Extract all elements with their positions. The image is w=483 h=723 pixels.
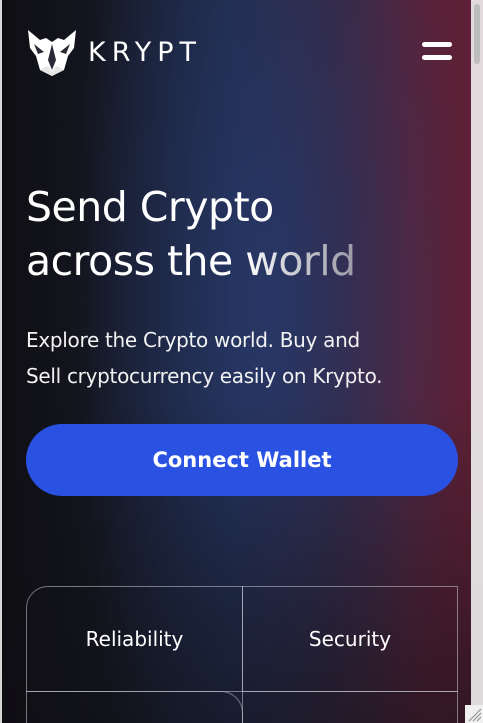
hero-title: Send Crypto across the world bbox=[26, 180, 446, 288]
hero-title-line2-start: across the bbox=[26, 237, 246, 285]
hamburger-menu-icon[interactable] bbox=[422, 40, 452, 64]
fox-icon bbox=[28, 30, 76, 76]
window-edge bbox=[0, 0, 2, 723]
navbar: KRYPT bbox=[26, 24, 456, 80]
hero-title-line2: across the world bbox=[26, 234, 446, 288]
resize-grip-icon[interactable] bbox=[465, 705, 483, 723]
menu-bar-top bbox=[422, 42, 452, 47]
brand-logo[interactable]: KRYPT bbox=[26, 24, 226, 80]
hero-subtitle-line1: Explore the Crypto world. Buy and bbox=[26, 328, 360, 352]
feature-cell-4 bbox=[242, 691, 458, 723]
scrollbar-thumb[interactable] bbox=[474, 4, 480, 64]
connect-wallet-button[interactable]: Connect Wallet bbox=[26, 424, 458, 496]
feature-cell-3 bbox=[26, 691, 243, 723]
brand-name: KRYPT bbox=[88, 36, 203, 68]
resize-lines bbox=[468, 708, 482, 722]
menu-bar-bottom bbox=[422, 55, 452, 60]
feature-reliability: Reliability bbox=[26, 586, 243, 692]
hero-title-line2-highlight: world bbox=[245, 237, 356, 285]
hero-title-line1: Send Crypto bbox=[26, 183, 274, 231]
hero-subtitle-line2: Sell cryptocurrency easily on Krypto. bbox=[26, 364, 383, 388]
feature-security: Security bbox=[242, 586, 458, 692]
hero-subtitle: Explore the Crypto world. Buy and Sell c… bbox=[26, 322, 446, 394]
scrollbar[interactable] bbox=[471, 0, 483, 723]
features-grid: Reliability Security bbox=[26, 586, 458, 723]
